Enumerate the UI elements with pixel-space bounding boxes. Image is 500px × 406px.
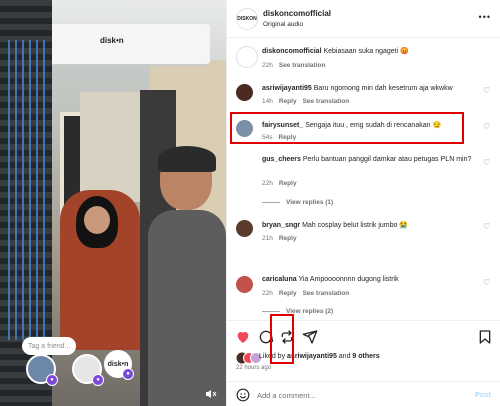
liked-by-and: and bbox=[336, 353, 353, 360]
friend-avatar[interactable]: ● bbox=[26, 354, 58, 386]
divider bbox=[262, 311, 280, 312]
comment-body: Mah cosplay belut listrik jumbo 😭 bbox=[300, 222, 409, 229]
post-actions: Liked by asriwijayanti95 and 9 others 22… bbox=[227, 320, 500, 406]
door bbox=[80, 92, 140, 202]
see-translation-link[interactable]: See translation bbox=[279, 62, 326, 69]
liked-by-user-link[interactable]: asriwijayanti95 bbox=[287, 353, 337, 360]
comments-list[interactable]: diskoncomofficial Kebiasaan suka ngageti… bbox=[227, 38, 500, 320]
like-comment-icon[interactable]: ♡ bbox=[483, 123, 491, 131]
save-bookmark-icon[interactable] bbox=[477, 329, 493, 345]
add-badge-icon: ● bbox=[46, 374, 58, 386]
comment-input[interactable] bbox=[257, 386, 457, 404]
avatar[interactable] bbox=[236, 220, 253, 237]
share-icon[interactable] bbox=[302, 329, 318, 345]
brand-avatar[interactable]: disk•n ● bbox=[104, 350, 134, 380]
comment-meta: 22h See translation bbox=[262, 62, 331, 69]
avatar[interactable] bbox=[236, 276, 253, 293]
post-panel: DISKON diskoncomofficial Original audio … bbox=[226, 0, 500, 406]
avatar-logo: DISKON bbox=[237, 16, 257, 22]
comment-time: 14h bbox=[262, 98, 273, 105]
comment-meta: 22h Reply bbox=[262, 180, 303, 187]
more-options-icon[interactable]: ••• bbox=[479, 12, 491, 22]
comment-text: bryan_sngr Mah cosplay belut listrik jum… bbox=[262, 221, 472, 231]
author-username[interactable]: diskoncomofficial bbox=[263, 9, 331, 18]
comment-meta: 14h Reply See translation bbox=[262, 98, 355, 105]
like-comment-icon[interactable]: ♡ bbox=[483, 159, 491, 167]
post-time[interactable]: 22 hours ago bbox=[236, 365, 271, 371]
mute-icon[interactable] bbox=[205, 388, 217, 400]
comment-username: bryan_sngr bbox=[262, 222, 301, 229]
comment-time: 22h bbox=[262, 290, 273, 297]
comment-time: 22h bbox=[262, 62, 273, 69]
liked-by-others-link[interactable]: 9 others bbox=[352, 353, 379, 360]
like-comment-icon[interactable]: ♡ bbox=[483, 279, 491, 287]
comment-text: asriwijayanti95 Baru ngomong min dah kes… bbox=[262, 84, 472, 94]
add-comment-bar: Post bbox=[227, 381, 500, 406]
reply-link[interactable]: Reply bbox=[279, 180, 297, 187]
reply-link[interactable]: Reply bbox=[279, 98, 297, 105]
add-badge-icon: ● bbox=[122, 368, 134, 380]
comment-body: Perlu bantuan panggil damkar atau petuga… bbox=[300, 156, 472, 163]
network-cables bbox=[8, 40, 48, 340]
repost-highlight-annotation bbox=[270, 314, 294, 364]
comment-time: 21h bbox=[262, 235, 273, 242]
comment-body: Kebiasaan suka ngageti 😡 bbox=[321, 48, 409, 55]
see-translation-link[interactable]: See translation bbox=[303, 98, 350, 105]
avatar[interactable] bbox=[236, 84, 253, 101]
like-comment-icon[interactable]: ♡ bbox=[483, 87, 491, 95]
tag-friend-input[interactable]: Tag a friend... bbox=[22, 337, 76, 355]
emoji-icon[interactable] bbox=[236, 388, 250, 402]
see-translation-link[interactable]: See translation bbox=[303, 290, 350, 297]
comment-text: caricaluna Yia Ampoooonnnn dugong listri… bbox=[262, 275, 472, 285]
ac-logo: disk•n bbox=[100, 36, 124, 45]
comment-text: diskoncomofficial Kebiasaan suka ngageti… bbox=[262, 47, 472, 57]
comment-username: asriwijayanti95 bbox=[262, 85, 312, 92]
highlight-annotation bbox=[230, 112, 464, 144]
comment-username: caricaluna bbox=[262, 276, 297, 283]
reply-link[interactable]: Reply bbox=[279, 290, 297, 297]
reel-video[interactable]: disk•n Tag a friend... ● ● disk•n ● bbox=[0, 0, 226, 406]
comment-meta: 21h Reply bbox=[262, 235, 303, 242]
divider bbox=[262, 202, 280, 203]
avatar[interactable] bbox=[236, 46, 258, 68]
post-button[interactable]: Post bbox=[475, 390, 491, 399]
view-replies-label: View replies (1) bbox=[286, 199, 334, 206]
post-header: DISKON diskoncomofficial Original audio … bbox=[227, 0, 500, 38]
reply-link[interactable]: Reply bbox=[279, 235, 297, 242]
comment-username: diskoncomofficial bbox=[262, 48, 322, 55]
audio-label[interactable]: Original audio bbox=[263, 21, 303, 28]
friend-avatar[interactable]: ● bbox=[72, 354, 104, 386]
comment-body: Yia Ampoooonnnn dugong listrik bbox=[296, 276, 399, 283]
man-figure bbox=[148, 210, 226, 406]
like-comment-icon[interactable]: ♡ bbox=[483, 223, 491, 231]
brand-logo: disk•n bbox=[107, 360, 129, 368]
comment-text: gus_cheers Perlu bantuan panggil damkar … bbox=[262, 155, 472, 165]
comment-body: Baru ngomong min dah kesetrum aja wkwkw bbox=[311, 85, 453, 92]
comment-username: gus_cheers bbox=[262, 156, 301, 163]
comment-meta: 22h Reply See translation bbox=[262, 290, 355, 297]
comment-time: 22h bbox=[262, 180, 273, 187]
man-cap bbox=[158, 146, 216, 172]
author-avatar[interactable]: DISKON bbox=[236, 8, 258, 30]
add-badge-icon: ● bbox=[92, 374, 104, 386]
view-replies-button[interactable]: View replies (1) bbox=[262, 199, 333, 206]
like-heart-icon[interactable] bbox=[235, 329, 251, 345]
woman-face bbox=[84, 206, 110, 234]
